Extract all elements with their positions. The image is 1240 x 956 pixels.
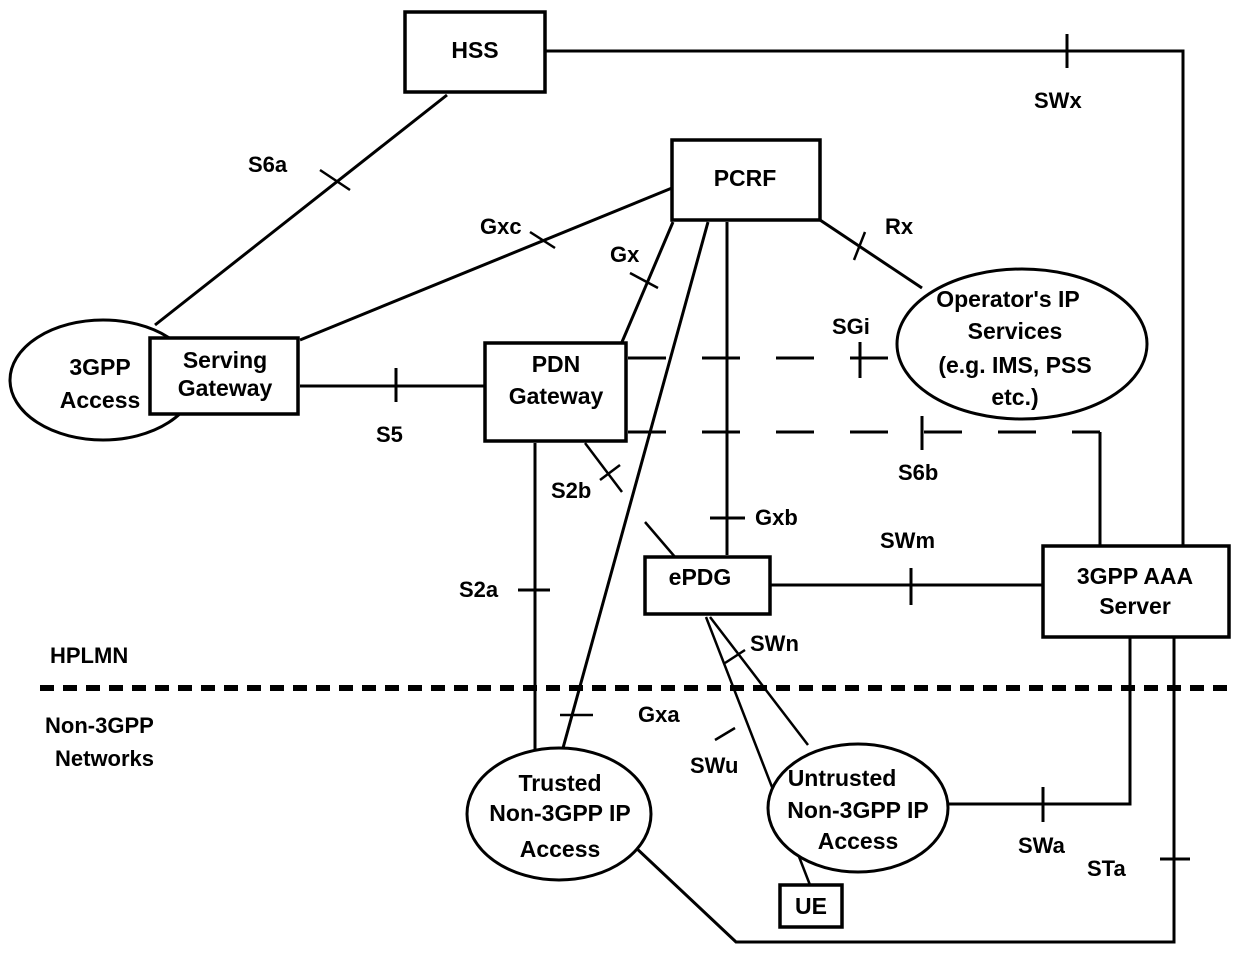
link-s6a (154, 93, 448, 327)
label-gxa: Gxa (638, 702, 680, 727)
tick-s6a (319, 168, 351, 192)
epdg-label: ePDG (669, 564, 732, 590)
pdn-gateway-label-2: Gateway (509, 383, 604, 409)
label-s5: S5 (376, 422, 403, 447)
untrusted-label-1: Untrusted (788, 765, 897, 791)
pdn-gateway-label-1: PDN (532, 351, 581, 377)
operator-ip-label-4: etc.) (991, 384, 1038, 410)
trusted-label-2: Non-3GPP IP (489, 800, 630, 826)
label-swm: SWm (880, 528, 935, 553)
3gpp-access-label-1: 3GPP (69, 354, 130, 380)
ue-label: UE (795, 893, 827, 919)
label-gx: Gx (610, 242, 640, 267)
serving-gateway-label-1: Serving (183, 347, 267, 373)
aaa-server-label-1: 3GPP AAA (1077, 563, 1193, 589)
label-gxb: Gxb (755, 505, 798, 530)
label-swu: SWu (690, 753, 738, 778)
label-s6a: S6a (248, 152, 288, 177)
link-swa (948, 638, 1132, 806)
pcrf-label: PCRF (714, 165, 777, 191)
label-swn: SWn (750, 631, 799, 656)
tick-swn (724, 648, 746, 665)
label-rx: Rx (885, 214, 914, 239)
tick-rx (852, 231, 867, 261)
operator-ip-label-1: Operator's IP (936, 286, 1080, 312)
region-non3gpp-label-1: Non-3GPP (45, 713, 154, 738)
trusted-label-3: Access (520, 836, 601, 862)
trusted-label-1: Trusted (518, 770, 601, 796)
label-s6b: S6b (898, 460, 938, 485)
label-swa: SWa (1018, 833, 1066, 858)
serving-gateway-label-2: Gateway (178, 375, 273, 401)
operator-ip-label-3: (e.g. IMS, PSS (938, 352, 1091, 378)
untrusted-label-3: Access (818, 828, 899, 854)
aaa-server-label-2: Server (1099, 593, 1171, 619)
tick-swu (714, 726, 736, 742)
region-hplmn-label: HPLMN (50, 643, 128, 668)
aaa-server-node (1041, 544, 1231, 639)
label-s2b: S2b (551, 478, 591, 503)
3gpp-access-label-2: Access (60, 387, 141, 413)
label-s2a: S2a (459, 577, 499, 602)
label-swx: SWx (1034, 88, 1082, 113)
label-sta: STa (1087, 856, 1126, 881)
link-s2b-lower (644, 521, 676, 558)
hss-label: HSS (451, 37, 498, 63)
operator-ip-label-2: Services (968, 318, 1063, 344)
region-non3gpp-label-2: Networks (55, 746, 154, 771)
tick-gx (629, 271, 659, 290)
network-architecture-diagram: HSS PCRF Serving Gateway PDN Gateway ePD… (8, 10, 1231, 944)
label-gxc: Gxc (480, 214, 522, 239)
untrusted-label-2: Non-3GPP IP (787, 797, 928, 823)
label-sgi: SGi (832, 314, 870, 339)
